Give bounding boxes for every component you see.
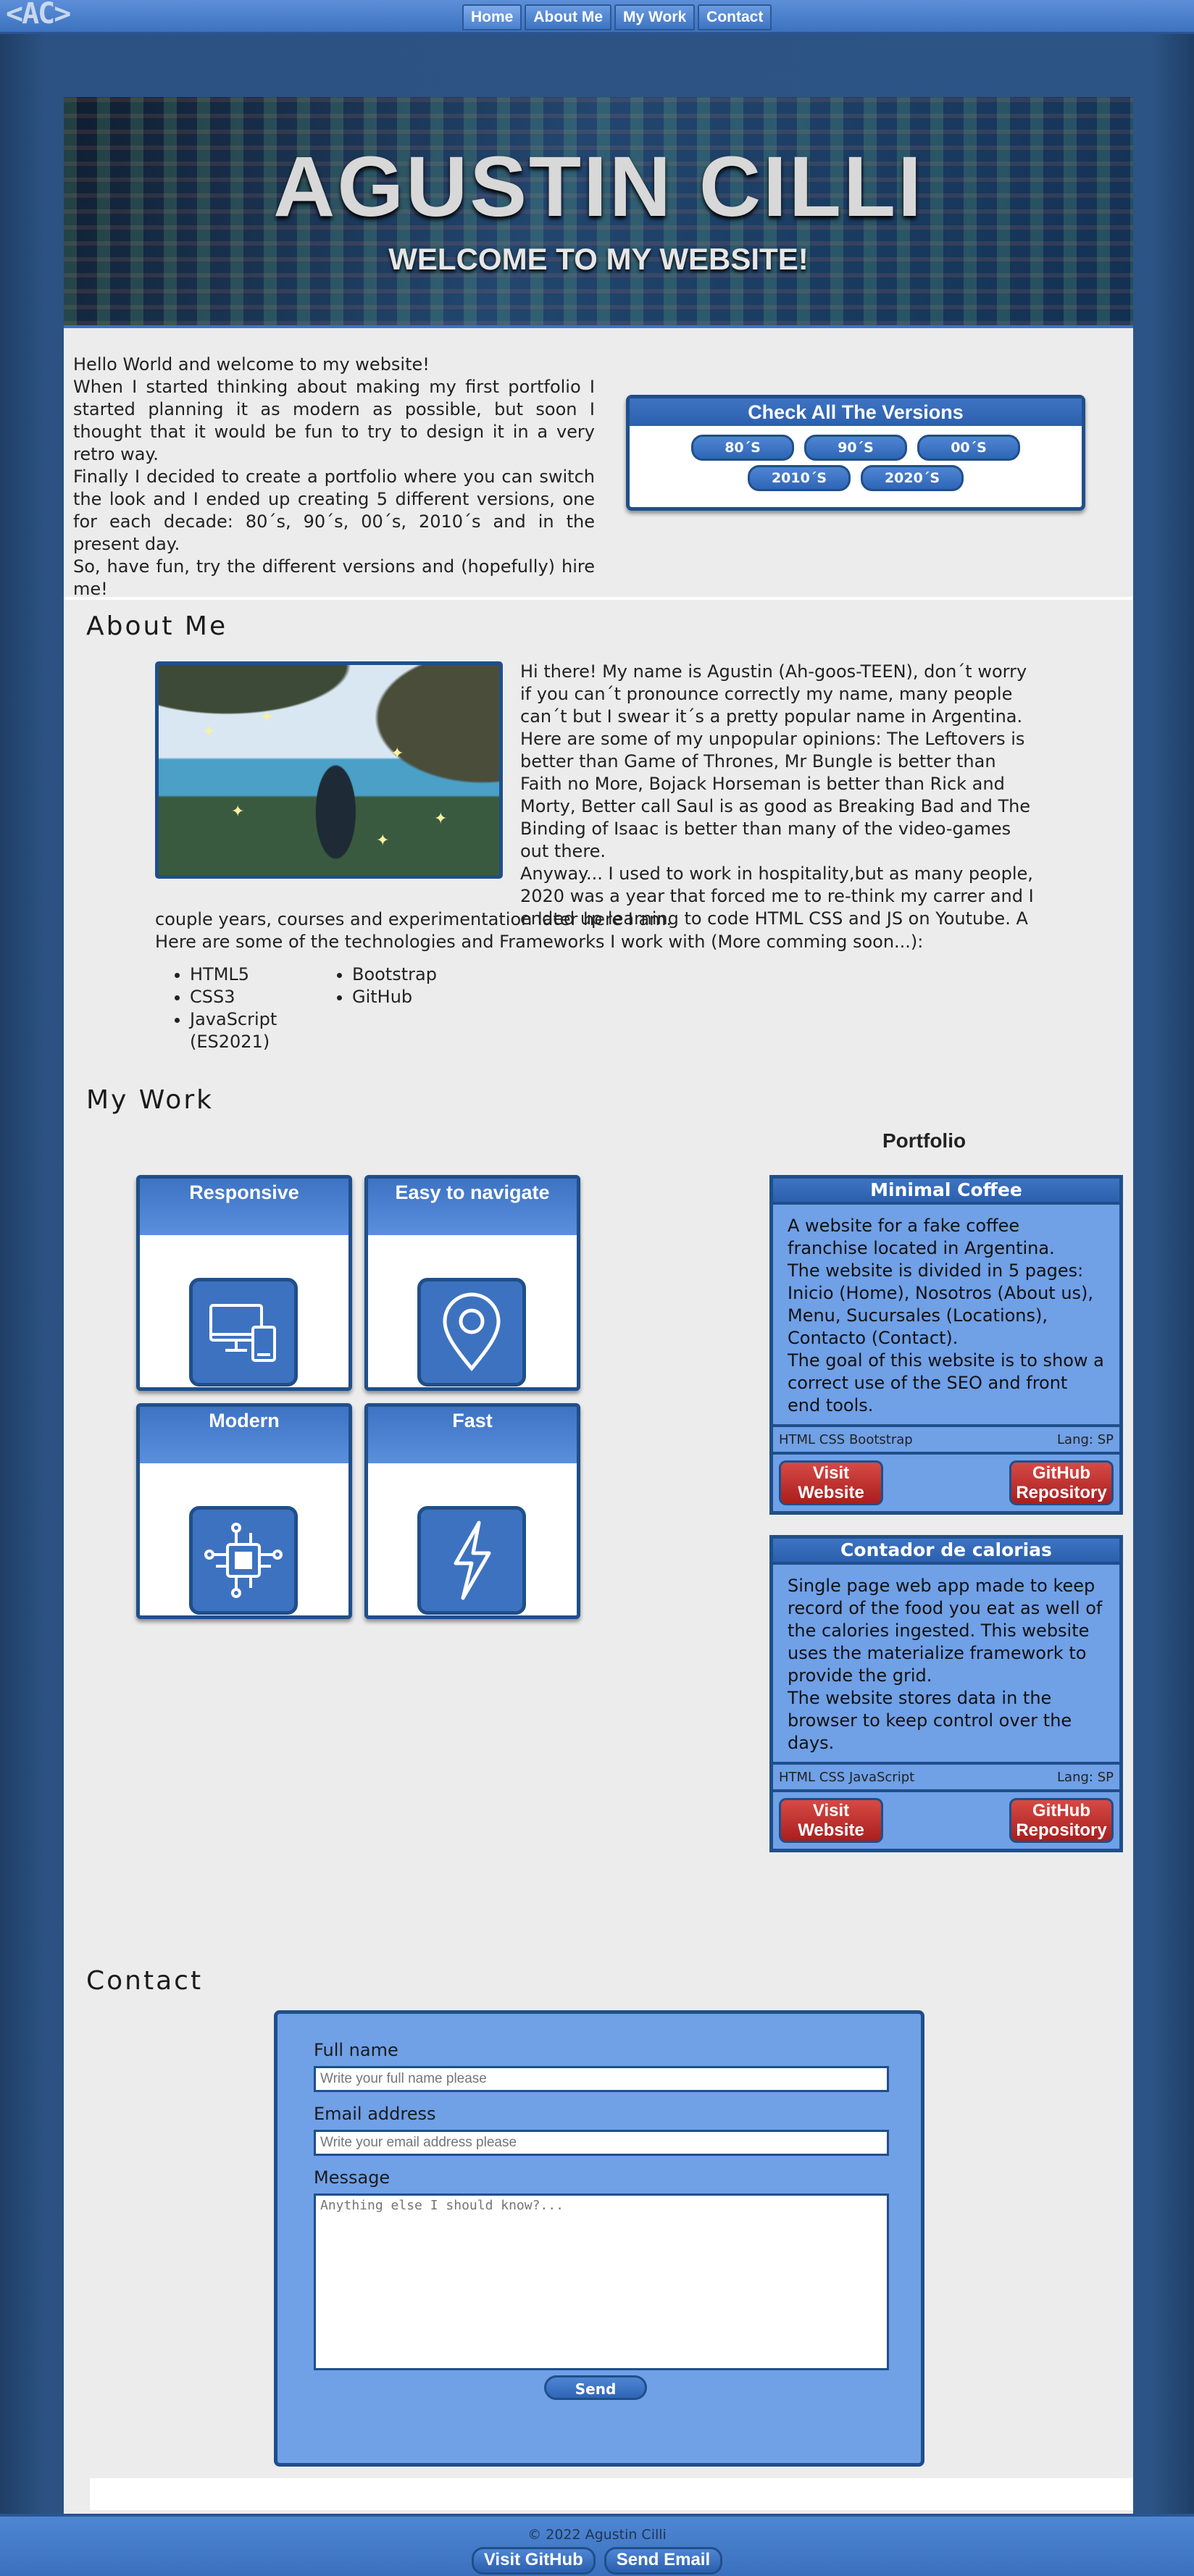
main-nav: Home About Me My Work Contact <box>462 4 772 30</box>
project-description-line: A website for a fake coffee franchise lo… <box>788 1216 1055 1258</box>
nav-my-work[interactable]: My Work <box>614 4 696 30</box>
project-description: Single page web app made to keep record … <box>773 1565 1119 1765</box>
project-title: Contador de calorias <box>773 1539 1119 1565</box>
hero-subtitle: WELCOME TO MY WEBSITE! <box>388 242 809 276</box>
email-input[interactable] <box>314 2130 889 2156</box>
version-2020s-button[interactable]: 2020´S <box>861 465 964 491</box>
nav-contact[interactable]: Contact <box>698 4 772 30</box>
bottom-strip <box>90 2478 1133 2510</box>
nav-about-me[interactable]: About Me <box>525 4 612 30</box>
message-label: Message <box>314 2167 391 2188</box>
feature-title: Fast <box>368 1407 577 1463</box>
feature-card: Easy to navigate <box>364 1175 580 1391</box>
tech-item: Bootstrap <box>352 963 480 986</box>
version-2010s-button[interactable]: 2010´S <box>748 465 851 491</box>
project-description-line: The website is divided in 5 pages: Inici… <box>788 1260 1094 1348</box>
section-divider <box>64 597 1133 600</box>
visit-website-button[interactable]: Visit Website <box>779 1798 883 1843</box>
contact-form: Full name Email address Message Send <box>274 2010 924 2467</box>
project-tech: HTML CSS Bootstrap <box>779 1431 913 1447</box>
version-80s-button[interactable]: 80´S <box>691 435 794 461</box>
chip-icon <box>189 1506 298 1615</box>
feature-title: Modern <box>140 1407 348 1463</box>
devices-icon <box>189 1278 298 1387</box>
project-lang: Lang: SP <box>1057 1431 1114 1447</box>
project-description-line: The website stores data in the browser t… <box>788 1688 1072 1753</box>
project-actions: Visit Website GitHub Repository <box>773 1792 1119 1849</box>
full-name-input[interactable] <box>314 2066 889 2092</box>
visit-github-button[interactable]: Visit GitHub <box>471 2547 596 2575</box>
hero-banner: AGUSTIN CILLI WELCOME TO MY WEBSITE! <box>64 97 1133 328</box>
project-lang: Lang: SP <box>1057 1769 1114 1785</box>
intro-line: So, have fun, try the different versions… <box>73 556 595 599</box>
visit-website-button[interactable]: Visit Website <box>779 1460 883 1505</box>
full-name-label: Full name <box>314 2040 398 2060</box>
about-text: Hi there! My name is Agustin (Ah-goos-TE… <box>520 661 1042 930</box>
tech-item: JavaScript (ES2021) <box>190 1008 317 1053</box>
tech-item: GitHub <box>352 986 480 1008</box>
project-meta: HTML CSS Bootstrap Lang: SP <box>773 1427 1119 1455</box>
feature-card: Fast <box>364 1403 580 1619</box>
tech-column: HTML5 CSS3 JavaScript (ES2021) <box>155 963 317 1053</box>
send-email-button[interactable]: Send Email <box>604 2547 723 2575</box>
project-description-line: Single page web app made to keep record … <box>788 1576 1103 1686</box>
intro-line: When I started thinking about making my … <box>73 377 595 464</box>
tech-list: HTML5 CSS3 JavaScript (ES2021) Bootstrap… <box>155 963 480 1053</box>
profile-photo: ✦ ✦ ✦ ✦ ✦ ✦ <box>155 661 503 879</box>
message-textarea[interactable] <box>314 2194 889 2370</box>
site-logo[interactable]: <AC> <box>6 0 71 30</box>
tech-item: HTML5 <box>190 963 317 986</box>
copyright-text: © 2022 Agustin Cilli <box>527 2527 667 2543</box>
location-pin-icon <box>417 1278 526 1387</box>
tech-column: Bootstrap GitHub <box>317 963 480 1053</box>
feature-title: Responsive <box>140 1179 348 1235</box>
feature-card: Modern <box>136 1403 352 1619</box>
github-repository-button[interactable]: GitHub Repository <box>1009 1798 1114 1843</box>
project-tech: HTML CSS JavaScript <box>779 1769 915 1785</box>
project-description: A website for a fake coffee franchise lo… <box>773 1205 1119 1427</box>
about-paragraph: couple years, courses and experimentatio… <box>155 909 672 929</box>
about-paragraph: Hi there! My name is Agustin (Ah-goos-TE… <box>520 661 1027 727</box>
footer: © 2022 Agustin Cilli Visit GitHub Send E… <box>0 2514 1194 2576</box>
version-90s-button[interactable]: 90´S <box>804 435 907 461</box>
project-actions: Visit Website GitHub Repository <box>773 1455 1119 1511</box>
footer-actions: Visit GitHub Send Email <box>0 2547 1194 2575</box>
project-card: Contador de calorias Single page web app… <box>769 1535 1123 1852</box>
intro-line: Finally I decided to create a portfolio … <box>73 467 595 554</box>
tech-intro: Here are some of the technologies and Fr… <box>155 932 924 952</box>
version-00s-button[interactable]: 00´S <box>917 435 1020 461</box>
page-container: AGUSTIN CILLI WELCOME TO MY WEBSITE! Hel… <box>64 97 1133 2514</box>
feature-card: Responsive <box>136 1175 352 1391</box>
github-repository-button[interactable]: GitHub Repository <box>1009 1460 1114 1505</box>
about-text-continued: couple years, courses and experimentatio… <box>155 908 1053 953</box>
project-title: Minimal Coffee <box>773 1179 1119 1205</box>
intro-text: Hello World and welcome to my website! W… <box>73 354 595 601</box>
intro-line: Hello World and welcome to my website! <box>73 354 430 375</box>
contact-title: Contact <box>86 1966 204 1996</box>
project-card: Minimal Coffee A website for a fake coff… <box>769 1175 1123 1515</box>
project-meta: HTML CSS JavaScript Lang: SP <box>773 1765 1119 1792</box>
nav-home[interactable]: Home <box>462 4 522 30</box>
about-title: About Me <box>86 611 228 641</box>
versions-box: Check All The Versions 80´S 90´S 00´S 20… <box>626 395 1085 511</box>
email-label: Email address <box>314 2104 436 2124</box>
feature-title: Easy to navigate <box>368 1179 577 1235</box>
lightning-icon <box>417 1506 526 1615</box>
about-paragraph: Here are some of my unpopular opinions: … <box>520 729 1031 861</box>
work-title: My Work <box>86 1085 214 1115</box>
versions-list: 80´S 90´S 00´S 2010´S 2020´S <box>630 426 1082 491</box>
portfolio-title: Portfolio <box>882 1129 967 1152</box>
hero-title: AGUSTIN CILLI <box>273 139 924 235</box>
tech-item: CSS3 <box>190 986 317 1008</box>
send-button[interactable]: Send <box>544 2375 647 2400</box>
versions-title: Check All The Versions <box>630 398 1082 426</box>
project-description-line: The goal of this website is to show a co… <box>788 1350 1104 1415</box>
top-navbar: <AC> Home About Me My Work Contact <box>0 0 1194 34</box>
